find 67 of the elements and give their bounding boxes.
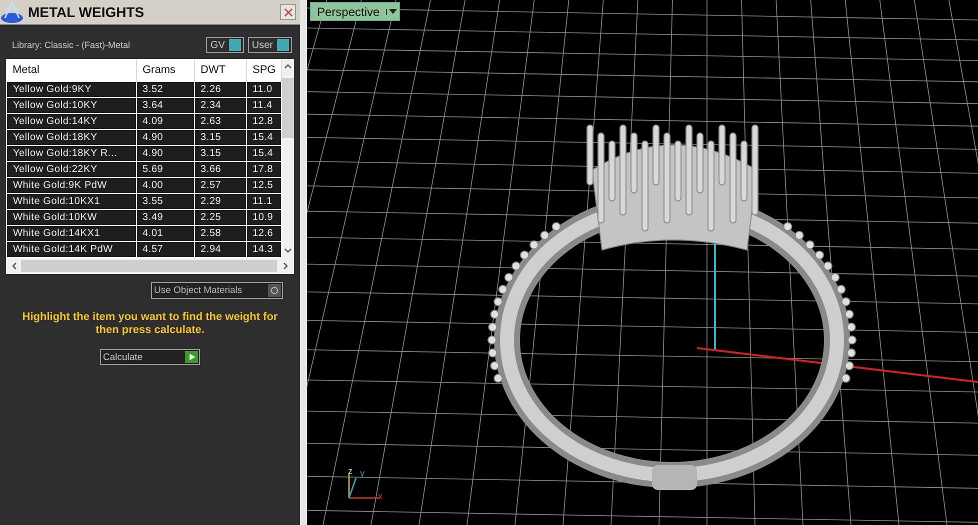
table-cell: 2.34 — [194, 98, 246, 114]
calculate-button[interactable]: Calculate — [100, 349, 200, 365]
table-cell: White Gold:14K PdW — [6, 242, 136, 258]
table-cell: 3.15 — [194, 130, 246, 146]
toggle-button[interactable]: GV — [206, 37, 244, 53]
vertical-scrollbar[interactable] — [282, 59, 294, 258]
table-cell: 5.69 — [136, 162, 194, 178]
table-cell: 3.55 — [136, 194, 194, 210]
close-button[interactable] — [280, 4, 296, 20]
caret-icon — [388, 8, 397, 14]
table-cell: Yellow Gold:22KY — [6, 162, 136, 178]
y-axis-label: y — [360, 468, 364, 478]
table-cell: 3.64 — [136, 98, 194, 114]
play-icon — [188, 353, 196, 361]
table-cell: 3.15 — [194, 146, 246, 162]
table-cell: 4.90 — [136, 130, 194, 146]
table-cell: 12.6 — [246, 226, 281, 242]
table-cell: 17.8 — [246, 162, 281, 178]
table-cell: 10.9 — [246, 210, 281, 226]
table-cell: 2.57 — [194, 178, 246, 194]
column-header[interactable]: Grams — [136, 59, 194, 82]
table-cell: 2.25 — [194, 210, 246, 226]
table-cell: 12.8 — [246, 114, 281, 130]
panel-title: METAL WEIGHTS — [28, 4, 146, 20]
table-cell: 4.57 — [136, 242, 194, 258]
column-header[interactable]: DWT — [194, 59, 246, 82]
column-header[interactable]: SPG — [246, 59, 281, 82]
table-cell: 4.90 — [136, 146, 194, 162]
table-cell: 15.4 — [246, 146, 281, 162]
circle-icon — [270, 286, 279, 295]
table-cell: 2.26 — [194, 82, 246, 98]
horizontal-scrollbar[interactable] — [6, 258, 294, 274]
table-cell: 4.00 — [136, 178, 194, 194]
close-icon — [284, 8, 292, 16]
table-cell: 3.52 — [136, 82, 194, 98]
table-cell: 3.49 — [136, 210, 194, 226]
table-cell: Yellow Gold:10KY — [6, 98, 136, 114]
table-cell: 4.09 — [136, 114, 194, 130]
table-cell: Yellow Gold:9KY — [6, 82, 136, 98]
table-cell: 3.66 — [194, 162, 246, 178]
table-cell: White Gold:14KX1 — [6, 226, 136, 242]
library-label: Library: Classic - (Fast)-Metal — [12, 40, 130, 50]
table-cell: 14.3 — [246, 242, 281, 258]
table-cell: 11.1 — [246, 194, 281, 210]
table-cell: White Gold:10KX1 — [6, 194, 136, 210]
view-dropdown[interactable]: Perspective — [310, 2, 400, 21]
table-cell: 11.0 — [246, 82, 281, 98]
logo-icon — [0, 0, 24, 24]
z-axis-label: z — [348, 466, 352, 476]
table-cell: White Gold:10KW — [6, 210, 136, 226]
toggle-button[interactable]: User — [248, 37, 292, 53]
table-cell: 2.58 — [194, 226, 246, 242]
table-cell: Yellow Gold:18KY R... — [6, 146, 136, 162]
table-cell: 11.4 — [246, 98, 281, 114]
table-cell: Yellow Gold:14KY — [6, 114, 136, 130]
3d-viewport[interactable]: Perspective z y x — [307, 0, 978, 525]
instruction-text: Highlight the item you want to find the weight for then press calculate. — [21, 310, 279, 337]
table-cell: 2.29 — [194, 194, 246, 210]
table-cell: 12.5 — [246, 178, 281, 194]
table-cell: 4.01 — [136, 226, 194, 242]
x-axis-label: x — [378, 491, 382, 501]
table-cell: 2.63 — [194, 114, 246, 130]
table-cell: 15.4 — [246, 130, 281, 146]
materials-dropdown[interactable]: Use Object Materials — [151, 282, 283, 299]
table-cell: White Gold:9K PdW — [6, 178, 136, 194]
table-cell: 2.94 — [194, 242, 246, 258]
table-cell: Yellow Gold:18KY — [6, 130, 136, 146]
